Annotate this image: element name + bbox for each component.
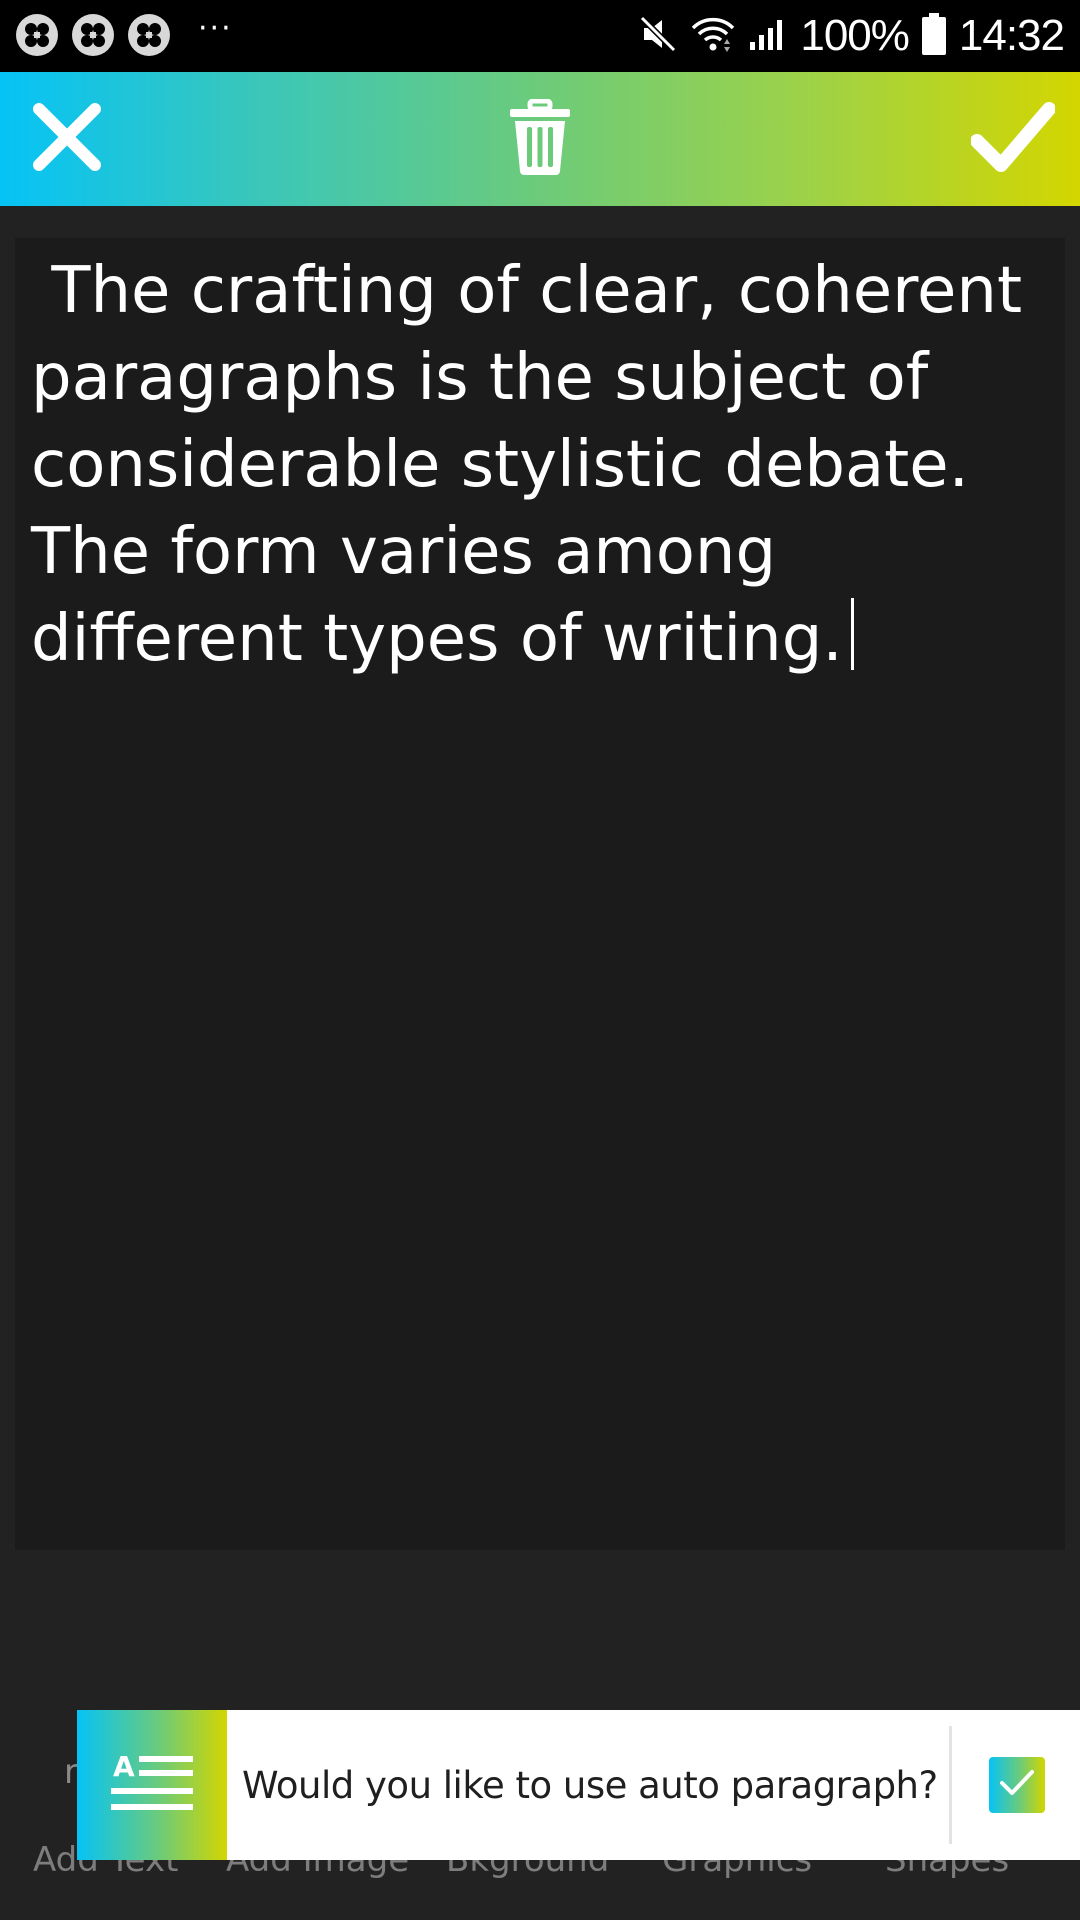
text-input[interactable]: The crafting of clear, coherent paragrap… xyxy=(31,248,1051,683)
prompt-divider xyxy=(949,1726,952,1844)
battery-icon xyxy=(921,12,947,60)
text-cursor xyxy=(850,598,854,670)
trash-icon xyxy=(508,98,572,179)
overflow-indicator: ··· xyxy=(198,11,233,46)
confirm-button[interactable] xyxy=(946,72,1080,206)
battery-percentage: 100% xyxy=(800,11,910,60)
check-icon xyxy=(970,99,1056,179)
wifi-icon xyxy=(690,14,736,58)
signal-icon xyxy=(748,14,788,58)
app-notification-icon xyxy=(128,14,170,56)
text-editor[interactable]: The crafting of clear, coherent paragrap… xyxy=(15,238,1065,1550)
status-bar: ··· 100% 14:32 xyxy=(0,0,1080,72)
auto-paragraph-checkbox[interactable] xyxy=(989,1757,1045,1813)
close-icon xyxy=(29,99,105,179)
mute-icon xyxy=(638,14,678,58)
notification-area: ··· xyxy=(16,14,233,56)
clock: 14:32 xyxy=(958,11,1065,60)
app-notification-icon xyxy=(16,14,58,56)
delete-button[interactable] xyxy=(473,72,607,206)
editor-content: The crafting of clear, coherent paragrap… xyxy=(31,254,1043,676)
auto-paragraph-message: Would you like to use auto paragraph? xyxy=(242,1763,938,1807)
app-notification-icon xyxy=(72,14,114,56)
paragraph-format-icon: A xyxy=(77,1710,227,1860)
close-button[interactable] xyxy=(0,72,134,206)
system-status: 100% 14:32 xyxy=(638,0,1065,72)
editor-toolbar xyxy=(0,72,1080,206)
auto-paragraph-prompt[interactable]: A Would you like to use auto paragraph? xyxy=(77,1710,1080,1860)
hidden-tab-icon-glimpse: r xyxy=(64,1752,78,1792)
check-icon xyxy=(999,1768,1035,1802)
svg-text:A: A xyxy=(113,1750,135,1783)
